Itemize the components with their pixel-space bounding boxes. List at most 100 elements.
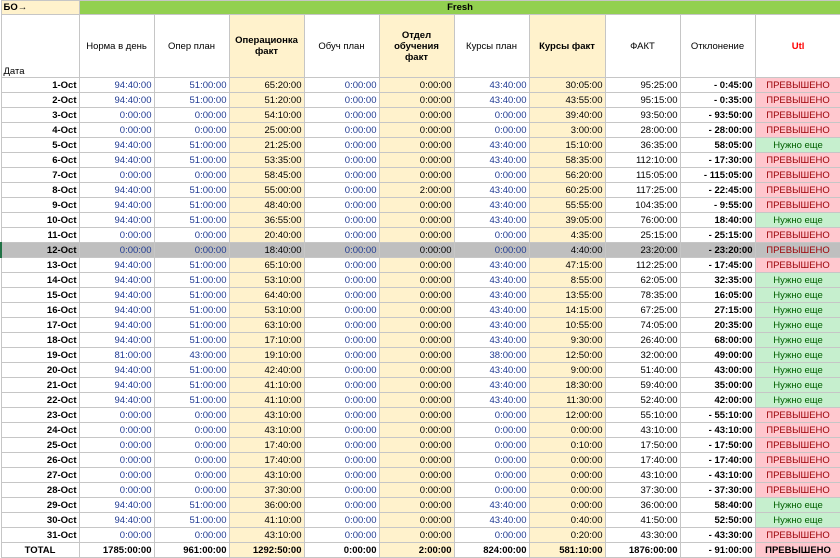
cell-courses-plan[interactable]: 0:00:00 (453, 482, 530, 498)
cell-status[interactable]: Нужно еще (754, 347, 840, 363)
cell-deviation[interactable]: - 0:35:00 (679, 92, 756, 108)
cell-oper-fact[interactable]: 65:10:00 (228, 257, 305, 273)
cell-courses-fact[interactable]: 39:05:00 (528, 212, 606, 228)
cell-deviation[interactable]: - 17:40:00 (679, 452, 756, 468)
cell-dept-fact[interactable]: 0:00:00 (378, 122, 455, 138)
col-header-obuch-plan[interactable]: Обуч план (303, 14, 380, 78)
cell-courses-fact[interactable]: 10:55:00 (528, 317, 606, 333)
cell-oper-plan[interactable]: 51:00:00 (153, 377, 230, 393)
cell-dept-fact[interactable]: 0:00:00 (378, 317, 455, 333)
cell-deviation[interactable]: - 43:30:00 (679, 527, 756, 543)
cell-oper-fact[interactable]: 41:10:00 (228, 392, 305, 408)
cell-courses-plan[interactable]: 0:00:00 (453, 407, 530, 423)
cell-date[interactable]: 19-Oct (0, 347, 80, 363)
cell-fact[interactable]: 117:25:00 (604, 182, 681, 198)
cell-fact[interactable]: 43:30:00 (604, 527, 681, 543)
cell-courses-fact[interactable]: 14:15:00 (528, 302, 606, 318)
cell-oper-plan[interactable]: 0:00:00 (153, 467, 230, 483)
cell-obuch-plan[interactable]: 0:00:00 (303, 362, 380, 378)
cell-obuch-plan[interactable]: 0:00:00 (303, 467, 380, 483)
cell-oper-plan[interactable]: 51:00:00 (153, 182, 230, 198)
col-header-oper-plan[interactable]: Опер план (153, 14, 230, 78)
cell-courses-fact[interactable]: 47:15:00 (528, 257, 606, 273)
cell-date[interactable]: 9-Oct (0, 197, 80, 213)
cell-courses-plan[interactable]: 43:40:00 (453, 77, 530, 93)
cell-norm[interactable]: 94:40:00 (78, 392, 155, 408)
cell-oper-fact[interactable]: 36:00:00 (228, 497, 305, 513)
cell-status[interactable]: Нужно еще (754, 392, 840, 408)
cell-oper-fact[interactable]: 43:10:00 (228, 467, 305, 483)
cell-fact[interactable]: 43:10:00 (604, 422, 681, 438)
cell-date[interactable]: 14-Oct (0, 272, 80, 288)
cell-status[interactable]: ПРЕВЫШЕНО (754, 152, 840, 168)
cell-norm[interactable]: 0:00:00 (78, 167, 155, 183)
cell-oper-fact[interactable]: 63:10:00 (228, 317, 305, 333)
cell-courses-plan[interactable]: 0:00:00 (453, 242, 530, 258)
cell-courses-fact[interactable]: 0:10:00 (528, 437, 606, 453)
cell-dept-fact[interactable]: 0:00:00 (378, 92, 455, 108)
cell-fact[interactable]: 67:25:00 (604, 302, 681, 318)
cell-courses-fact[interactable]: 0:00:00 (528, 452, 606, 468)
cell-dept-fact[interactable]: 0:00:00 (378, 452, 455, 468)
cell-oper-plan[interactable]: 51:00:00 (153, 152, 230, 168)
cell-obuch-plan[interactable]: 0:00:00 (303, 437, 380, 453)
cell-courses-fact[interactable]: 581:10:00 (528, 542, 606, 558)
cell-courses-plan[interactable]: 0:00:00 (453, 167, 530, 183)
cell-fact[interactable]: 17:50:00 (604, 437, 681, 453)
cell-obuch-plan[interactable]: 0:00:00 (303, 317, 380, 333)
cell-date[interactable]: 24-Oct (0, 422, 80, 438)
cell-deviation[interactable]: 27:15:00 (679, 302, 756, 318)
cell-norm[interactable]: 81:00:00 (78, 347, 155, 363)
cell-oper-plan[interactable]: 51:00:00 (153, 212, 230, 228)
cell-courses-plan[interactable]: 43:40:00 (453, 362, 530, 378)
cell-obuch-plan[interactable]: 0:00:00 (303, 77, 380, 93)
cell-deviation[interactable]: 20:35:00 (679, 317, 756, 333)
cell-status[interactable]: ПРЕВЫШЕНО (754, 182, 840, 198)
cell-fact[interactable]: 23:20:00 (604, 242, 681, 258)
cell-norm[interactable]: 94:40:00 (78, 377, 155, 393)
cell-fact[interactable]: 52:40:00 (604, 392, 681, 408)
cell-courses-plan[interactable]: 43:40:00 (453, 317, 530, 333)
cell-obuch-plan[interactable]: 0:00:00 (303, 512, 380, 528)
cell-obuch-plan[interactable]: 0:00:00 (303, 212, 380, 228)
cell-fact[interactable]: 51:40:00 (604, 362, 681, 378)
cell-deviation[interactable]: 49:00:00 (679, 347, 756, 363)
cell-deviation[interactable]: - 43:10:00 (679, 467, 756, 483)
cell-oper-plan[interactable]: 51:00:00 (153, 92, 230, 108)
cell-courses-plan[interactable]: 43:40:00 (453, 272, 530, 288)
cell-date[interactable]: 27-Oct (0, 467, 80, 483)
cell-fact[interactable]: 1876:00:00 (604, 542, 681, 558)
cell-deviation[interactable]: - 43:10:00 (679, 422, 756, 438)
cell-oper-fact[interactable]: 17:40:00 (228, 437, 305, 453)
cell-courses-plan[interactable]: 0:00:00 (453, 122, 530, 138)
cell-norm[interactable]: 94:40:00 (78, 302, 155, 318)
cell-status[interactable]: ПРЕВЫШЕНО (754, 542, 840, 558)
cell-oper-fact[interactable]: 37:30:00 (228, 482, 305, 498)
cell-courses-plan[interactable]: 43:40:00 (453, 512, 530, 528)
cell-date[interactable]: 3-Oct (0, 107, 80, 123)
cell-courses-plan[interactable]: 0:00:00 (453, 467, 530, 483)
cell-courses-fact[interactable]: 15:10:00 (528, 137, 606, 153)
cell-oper-plan[interactable]: 51:00:00 (153, 302, 230, 318)
col-header-oper-fact[interactable]: Операционка факт (228, 14, 305, 78)
cell-norm[interactable]: 0:00:00 (78, 407, 155, 423)
cell-courses-plan[interactable]: 43:40:00 (453, 152, 530, 168)
cell-oper-fact[interactable]: 36:55:00 (228, 212, 305, 228)
cell-courses-fact[interactable]: 0:00:00 (528, 482, 606, 498)
cell-status[interactable]: Нужно еще (754, 272, 840, 288)
cell-date[interactable]: 7-Oct (0, 167, 80, 183)
cell-dept-fact[interactable]: 0:00:00 (378, 422, 455, 438)
cell-deviation[interactable]: 43:00:00 (679, 362, 756, 378)
cell-dept-fact[interactable]: 0:00:00 (378, 482, 455, 498)
cell-oper-plan[interactable]: 51:00:00 (153, 512, 230, 528)
cell-dept-fact[interactable]: 0:00:00 (378, 392, 455, 408)
cell-date[interactable]: 10-Oct (0, 212, 80, 228)
cell-obuch-plan[interactable]: 0:00:00 (303, 392, 380, 408)
cell-courses-plan[interactable]: 43:40:00 (453, 197, 530, 213)
cell-obuch-plan[interactable]: 0:00:00 (303, 182, 380, 198)
cell-norm[interactable]: 94:40:00 (78, 197, 155, 213)
cell-obuch-plan[interactable]: 0:00:00 (303, 92, 380, 108)
cell-date[interactable]: 26-Oct (0, 452, 80, 468)
cell-dept-fact[interactable]: 0:00:00 (378, 227, 455, 243)
cell-courses-plan[interactable]: 43:40:00 (453, 182, 530, 198)
